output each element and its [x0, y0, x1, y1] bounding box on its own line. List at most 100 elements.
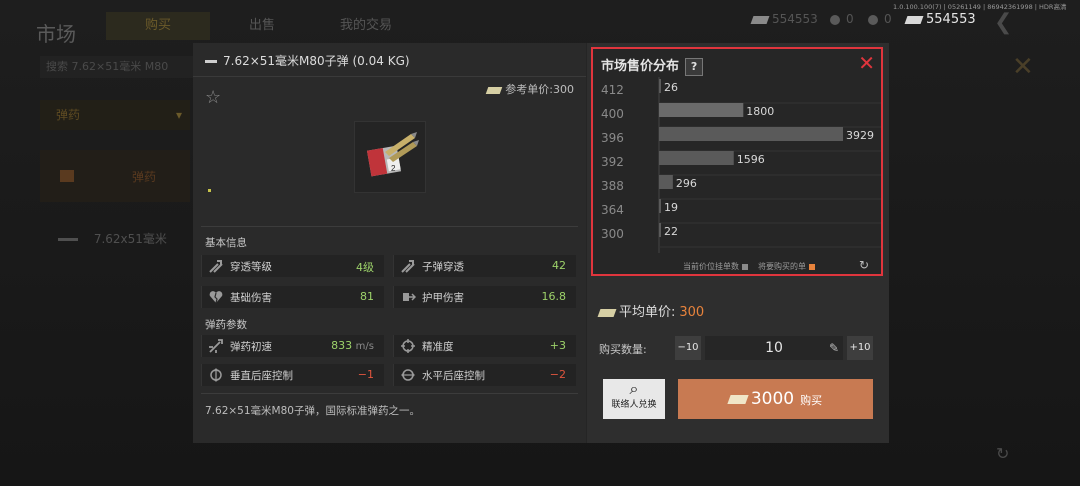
ammo-box-icon: 2: [366, 132, 419, 177]
coin-icon: [868, 14, 878, 25]
price-tick-label: 400: [601, 107, 624, 121]
coin-icon: [830, 14, 840, 25]
price-distribution-chart: 市场售价分布? ✕ 412 26 400 1800 396 3929 392 1596 388 2…: [591, 47, 883, 276]
divider: [201, 226, 578, 227]
bar-value-label: 3929: [846, 129, 874, 142]
stat-muzzle-velocity: 弹药初速 833 m/s: [201, 335, 384, 357]
buy-button[interactable]: 3000 购买: [678, 379, 873, 419]
indicator-dot: [208, 189, 211, 192]
money-icon: [904, 15, 924, 24]
price-tick-label: 300: [601, 227, 624, 241]
price-tick-label: 396: [601, 131, 624, 145]
item-image: 2: [354, 121, 426, 193]
stat-armor-damage: 护甲伤害 16.8: [393, 286, 576, 308]
stat-accuracy: 精准度 +3: [393, 335, 576, 357]
contact-exchange-button[interactable]: ⌕ 联络人兑换: [603, 379, 665, 419]
armor-damage-icon: [403, 293, 416, 301]
tab-buy[interactable]: 购买: [106, 12, 210, 40]
item-info-pane: 7.62×51毫米M80子弹 (0.04 KG) ☆ 参考单价:300 2 基本…: [193, 43, 586, 443]
bar-value-label: 1596: [737, 153, 765, 166]
average-price: 平均单价: 300: [597, 301, 704, 320]
item-detail-panel: 7.62×51毫米M80子弹 (0.04 KG) ☆ 参考单价:300 2 基本…: [193, 43, 889, 443]
refresh-icon[interactable]: ↻: [996, 444, 1009, 463]
distribution-bar: [659, 175, 673, 189]
category-select[interactable]: 弹药 ▾: [40, 100, 190, 130]
price-tick-label: 388: [601, 179, 624, 193]
item-description: 7.62×51毫米M80子弹，国际标准弹药之一。: [205, 405, 420, 417]
price-tick-label: 392: [601, 155, 624, 169]
tab-sell[interactable]: 出售: [210, 12, 314, 40]
penetration-icon: [401, 260, 415, 273]
refresh-icon[interactable]: ↻: [859, 258, 869, 272]
stat-penetration-level: 穿透等级 4级: [201, 255, 384, 277]
money-icon: [486, 86, 503, 94]
money-icon: [597, 308, 617, 317]
velocity-icon: [209, 339, 223, 353]
category-item[interactable]: 弹药: [40, 150, 190, 202]
penetration-icon: [209, 260, 223, 273]
stat-bullet-penetration: 子弹穿透 42: [393, 255, 576, 277]
category-select-label: 弹药: [56, 108, 81, 122]
broken-heart-icon: [209, 291, 223, 304]
version-info: 1.0.100.100(7) | 05261149 | 86942361998 …: [893, 3, 1067, 11]
distribution-plot: 412 26 400 1800 396 3929 392 1596 388 296 364 19 300…: [601, 77, 881, 253]
legend-buy-swatch: [809, 263, 815, 270]
money-icon: [750, 15, 770, 24]
search-field[interactable]: 搜索 7.62×51毫米 M80: [40, 56, 196, 78]
category-item-label: 弹药: [132, 170, 157, 184]
bullet-icon: [58, 238, 78, 241]
stat-vertical-recoil: 垂直后座控制 −1: [201, 364, 384, 386]
plus-10-button[interactable]: +10: [847, 336, 873, 360]
crosshair-icon: [401, 339, 415, 353]
quantity-field[interactable]: 10 ✎: [705, 336, 843, 360]
edit-pencil-icon: ✎: [828, 341, 839, 355]
market-title: 市场: [36, 22, 76, 46]
bar-value-label: 1800: [746, 105, 774, 118]
price-tick-label: 412: [601, 83, 624, 97]
legend-current-swatch: [742, 263, 748, 270]
distribution-bar: [659, 223, 661, 237]
close-icon[interactable]: ✕: [1012, 52, 1034, 82]
search-icon: ⌕: [629, 379, 639, 398]
vertical-recoil-icon: [210, 368, 222, 382]
currency-rouble: 554553: [904, 12, 976, 27]
bar-value-label: 19: [664, 201, 678, 214]
back-icon[interactable]: ❮: [994, 10, 1012, 35]
stat-base-damage: 基础伤害 81: [201, 286, 384, 308]
ammo-box-icon: [60, 170, 74, 182]
price-tick-label: 364: [601, 203, 624, 217]
bullet-icon: [205, 60, 217, 63]
divider: [193, 76, 586, 77]
quantity-label: 购买数量:: [599, 343, 647, 356]
list-item[interactable]: 7.62x51毫米: [58, 230, 167, 247]
tab-my-trades[interactable]: 我的交易: [314, 12, 418, 40]
basic-info-label: 基本信息: [205, 237, 247, 249]
stat-horizontal-recoil: 水平后座控制 −2: [393, 364, 576, 386]
minus-10-button[interactable]: −10: [675, 336, 701, 360]
money-icon: [727, 394, 749, 404]
currency-coin-2: 0: [868, 12, 892, 26]
distribution-bar: [659, 127, 843, 141]
horizontal-recoil-icon: [401, 369, 415, 381]
currency-rouble-dim: 554553: [750, 12, 818, 26]
legend-current-label: 当前价位挂单数: [683, 262, 739, 271]
reference-price: 参考单价:300: [486, 81, 574, 97]
divider: [201, 393, 578, 394]
list-item-label: 7.62x51毫米: [93, 232, 167, 246]
bar-value-label: 296: [676, 177, 697, 190]
distribution-bar: [659, 103, 744, 117]
distribution-bar: [659, 151, 734, 165]
distribution-bar: [659, 199, 661, 213]
chart-legend: 当前价位挂单数 将要购买的单: [683, 261, 825, 272]
market-tabs: 购买 出售 我的交易: [106, 12, 418, 40]
legend-buy-label: 将要购买的单: [758, 262, 806, 271]
currency-coin: 0: [830, 12, 854, 26]
favorite-star-icon[interactable]: ☆: [205, 87, 221, 108]
svg-text:2: 2: [391, 164, 396, 173]
distribution-bar: [659, 79, 661, 93]
bar-value-label: 22: [664, 225, 678, 238]
item-title: 7.62×51毫米M80子弹 (0.04 KG): [205, 52, 410, 69]
ammo-params-label: 弹药参数: [205, 319, 247, 331]
bar-value-label: 26: [664, 81, 678, 94]
chevron-down-icon: ▾: [175, 108, 182, 122]
